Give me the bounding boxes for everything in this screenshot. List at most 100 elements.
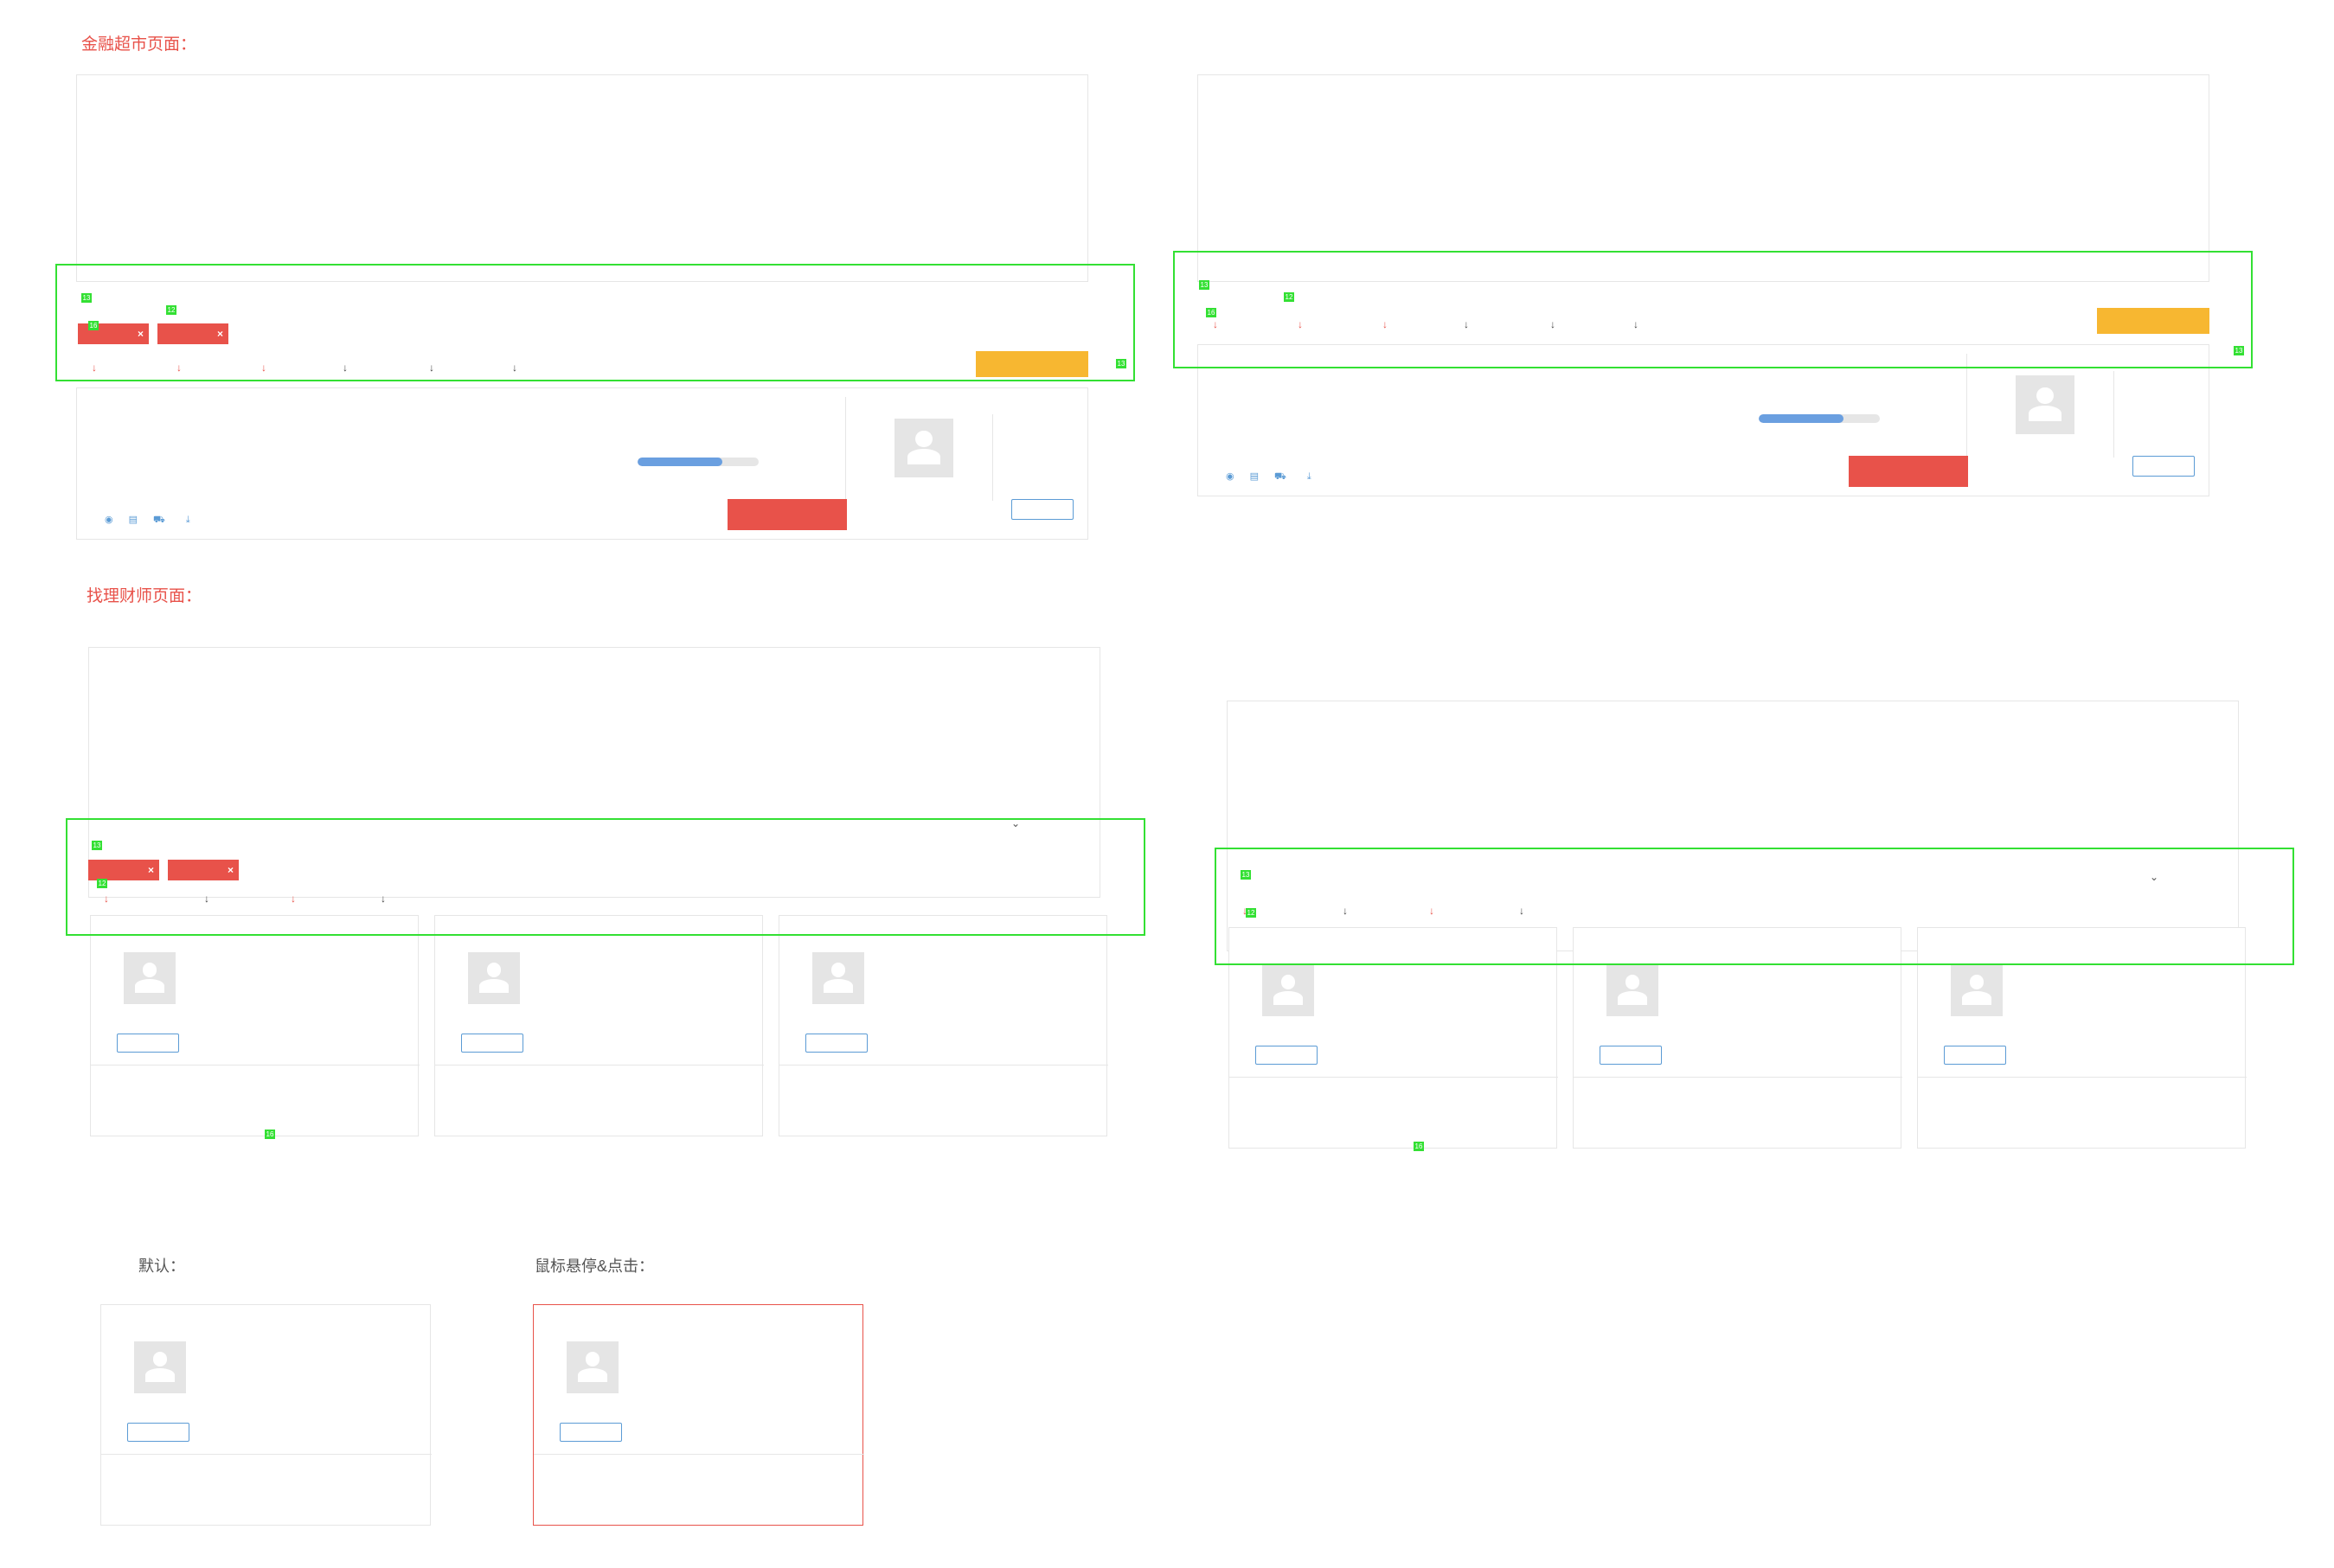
avatar (1262, 964, 1314, 1016)
market-filter-panel (76, 74, 1088, 282)
annotation-marker: 13 (92, 841, 102, 850)
annotation-marker: 13 (1241, 870, 1251, 880)
consult-button[interactable] (1944, 1046, 2006, 1065)
cart-icon: ⛟ (153, 515, 165, 525)
download-icon: ⤓ (185, 515, 190, 525)
filter-row (1215, 121, 2193, 138)
eye-icon: ◉ (105, 515, 113, 525)
annotation-marker: 13 (81, 293, 92, 303)
market-section-title: 金融超市页面： (81, 35, 197, 54)
buy-now-button[interactable] (1849, 456, 1968, 487)
progress-fill (1759, 414, 1843, 423)
avatar-body-shape (907, 449, 941, 465)
annotation-marker: 13 (1199, 280, 1209, 290)
hover-state-title: 鼠标悬停&点击： (535, 1258, 655, 1275)
filter-row (105, 660, 1086, 677)
filter-row (105, 784, 1086, 802)
consult-button[interactable] (127, 1423, 189, 1442)
avatar (2016, 375, 2074, 434)
card-divider (992, 414, 993, 501)
filter-row (105, 753, 1086, 771)
filter-row (1215, 153, 2193, 170)
avatar (134, 1341, 186, 1393)
consult-button[interactable] (1011, 499, 1074, 520)
product-card: ◉ ▤ ⛟ ⤓ (76, 387, 1088, 540)
card-divider (1918, 1077, 2247, 1078)
avatar-head-shape (2036, 387, 2054, 404)
filter-row (94, 121, 1072, 138)
avatar (1951, 964, 2003, 1016)
annotation-marker: 12 (166, 305, 176, 315)
consult-button[interactable] (560, 1423, 622, 1442)
card-divider (435, 1065, 764, 1066)
product-stats: ◉ ▤ ⛟ ⤓ (1214, 470, 1311, 483)
default-state-title: 默认： (138, 1258, 185, 1275)
avatar (124, 952, 176, 1004)
annotation-marker: 12 (1284, 292, 1294, 302)
avatar-body-shape (145, 1368, 175, 1382)
avatar (1606, 964, 1658, 1016)
avatar-head-shape (486, 963, 502, 977)
filter-row (1243, 714, 2224, 731)
consult-button[interactable] (117, 1034, 179, 1053)
avatar-body-shape (824, 979, 853, 993)
avatar-body-shape (2028, 406, 2062, 422)
progress-fill (638, 458, 722, 466)
avatar-head-shape (1625, 975, 1640, 989)
product-stats: ◉ ▤ ⛟ ⤓ (93, 514, 190, 527)
comment-icon: ▤ (128, 515, 138, 525)
buy-now-button[interactable] (728, 499, 847, 530)
filter-row (94, 153, 1072, 170)
filter-row (1215, 217, 2193, 234)
advisor-card[interactable] (779, 915, 1108, 1136)
annotation-region (1173, 251, 2253, 368)
avatar (812, 952, 864, 1004)
advisor-card[interactable] (100, 1304, 432, 1526)
annotation-marker: 13 (2234, 346, 2244, 355)
filter-row (1215, 89, 2193, 106)
annotation-region (66, 818, 1145, 936)
avatar-body-shape (479, 979, 509, 993)
download-icon: ⤓ (1306, 471, 1311, 482)
annotation-marker: 16 (265, 1130, 275, 1139)
avatar-head-shape (1280, 975, 1296, 989)
card-divider (2113, 371, 2114, 458)
advisor-card[interactable] (90, 915, 420, 1136)
card-divider (1229, 1077, 1558, 1078)
sales-progress-bar (638, 458, 759, 466)
avatar (567, 1341, 619, 1393)
cart-icon: ⛟ (1274, 471, 1286, 482)
filter-row (94, 89, 1072, 106)
filter-row (1243, 776, 2224, 793)
filter-row (105, 691, 1086, 708)
card-divider (1574, 1077, 1902, 1078)
avatar-head-shape (830, 963, 846, 977)
eye-icon: ◉ (1226, 471, 1234, 482)
advisor-section-title: 找理财师页面： (87, 587, 202, 605)
annotation-marker: 13 (1116, 359, 1126, 368)
annotation-marker: 16 (88, 321, 99, 330)
filter-row (105, 722, 1086, 739)
avatar-head-shape (1969, 975, 1985, 989)
annotation-marker: 12 (1246, 908, 1256, 918)
consult-button[interactable] (1255, 1046, 1318, 1065)
filter-row (1243, 745, 2224, 762)
consult-button[interactable] (461, 1034, 523, 1053)
filter-row (1243, 807, 2224, 824)
avatar-body-shape (1618, 991, 1647, 1005)
advisor-card[interactable] (533, 1304, 864, 1526)
annotation-marker: 12 (97, 879, 107, 888)
annotation-marker: 16 (1414, 1142, 1424, 1151)
comment-icon: ▤ (1249, 471, 1260, 482)
advisor-card[interactable] (434, 915, 764, 1136)
consult-button[interactable] (805, 1034, 868, 1053)
consult-button[interactable] (2132, 456, 2195, 477)
card-divider (779, 1065, 1108, 1066)
card-divider (534, 1454, 864, 1455)
avatar-body-shape (1962, 991, 1991, 1005)
annotation-marker: 16 (1206, 308, 1216, 317)
consult-button[interactable] (1600, 1046, 1662, 1065)
filter-row (94, 217, 1072, 234)
avatar-body-shape (578, 1368, 607, 1382)
card-divider (91, 1065, 420, 1066)
